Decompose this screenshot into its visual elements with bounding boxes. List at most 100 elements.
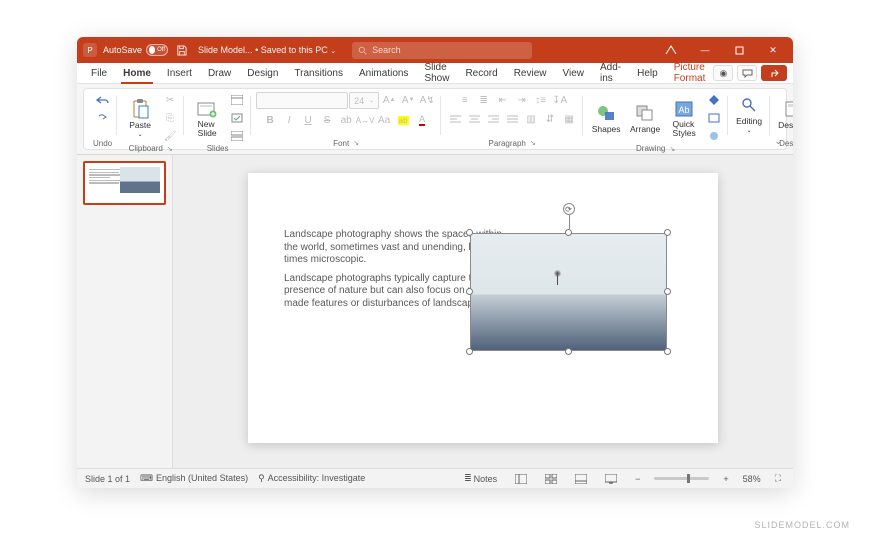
tab-addins[interactable]: Add-ins	[592, 63, 629, 83]
format-painter-button[interactable]: 🖌	[161, 128, 179, 144]
tab-draw[interactable]: Draw	[200, 63, 239, 83]
status-language[interactable]: ⌨English (United States)	[140, 473, 248, 484]
underline-button[interactable]: U	[299, 112, 317, 128]
copy-button[interactable]: ⎘	[161, 110, 179, 126]
resize-handle[interactable]	[664, 348, 671, 355]
normal-view-button[interactable]	[511, 474, 531, 484]
minimize-button[interactable]: —	[691, 37, 719, 63]
comments-button[interactable]	[737, 65, 757, 81]
save-icon[interactable]	[174, 43, 188, 57]
editing-button[interactable]: Editing⌄	[733, 93, 765, 137]
smartart-button[interactable]: ▦	[560, 111, 578, 127]
slide-thumbnail-1[interactable]	[83, 161, 166, 205]
char-spacing-button[interactable]: A↔V	[356, 112, 374, 128]
new-slide-button[interactable]: New Slide	[189, 96, 225, 140]
tab-file[interactable]: File	[83, 63, 115, 83]
fit-to-window-button[interactable]: ⛶	[771, 473, 785, 484]
notes-button[interactable]: ≣ Notes	[460, 473, 501, 484]
zoom-out-button[interactable]: −	[631, 474, 644, 484]
zoom-level[interactable]: 58%	[743, 474, 761, 484]
align-right-button[interactable]	[484, 111, 502, 127]
arrange-button[interactable]: Arrange	[627, 96, 663, 140]
resize-handle[interactable]	[565, 229, 572, 236]
close-button[interactable]: ✕	[759, 37, 787, 63]
slide-canvas[interactable]: Landscape photography shows the spaces w…	[248, 173, 718, 443]
paste-button[interactable]: Paste⌄	[122, 96, 158, 140]
indent-inc-button[interactable]: ⇥	[513, 92, 531, 108]
highlight-button[interactable]: ab	[394, 112, 412, 128]
reset-button[interactable]	[228, 110, 246, 126]
tab-review[interactable]: Review	[506, 63, 555, 83]
slideshow-view-button[interactable]	[601, 474, 621, 484]
zoom-slider[interactable]	[654, 477, 709, 480]
font-launcher-icon[interactable]: ↘	[353, 139, 359, 147]
rotate-handle-icon[interactable]: ⟳	[563, 203, 575, 215]
bullets-button[interactable]: ≡	[456, 92, 474, 108]
align-center-button[interactable]	[465, 111, 483, 127]
tab-picture-format[interactable]: Picture Format	[666, 63, 714, 83]
drawing-launcher-icon[interactable]: ↘	[669, 145, 675, 153]
selected-picture[interactable]: ⟳	[470, 233, 667, 351]
resize-handle[interactable]	[466, 229, 473, 236]
share-button[interactable]	[761, 65, 787, 81]
resize-handle[interactable]	[664, 288, 671, 295]
clipboard-launcher-icon[interactable]: ↘	[167, 145, 173, 153]
tab-animations[interactable]: Animations	[351, 63, 416, 83]
landscape-image[interactable]	[470, 233, 667, 351]
shape-outline-button[interactable]	[705, 110, 723, 126]
align-left-button[interactable]	[446, 111, 464, 127]
resize-handle[interactable]	[466, 288, 473, 295]
tab-transitions[interactable]: Transitions	[286, 63, 351, 83]
reading-view-button[interactable]	[571, 474, 591, 484]
align-text-button[interactable]: ⇵	[541, 111, 559, 127]
autosave-toggle[interactable]: AutoSave Off	[103, 44, 168, 56]
shape-fill-button[interactable]	[705, 92, 723, 108]
layout-button[interactable]	[228, 92, 246, 108]
resize-handle[interactable]	[466, 348, 473, 355]
collapse-ribbon-button[interactable]: ⌄	[774, 136, 782, 147]
cut-button[interactable]: ✂	[161, 92, 179, 108]
maximize-button[interactable]	[725, 37, 753, 63]
paragraph-launcher-icon[interactable]: ↘	[530, 139, 536, 147]
tab-insert[interactable]: Insert	[159, 63, 200, 83]
status-slide[interactable]: Slide 1 of 1	[85, 474, 130, 484]
font-color-button[interactable]: A	[413, 112, 431, 128]
justify-button[interactable]	[503, 111, 521, 127]
shrink-font-button[interactable]: A▼	[399, 92, 417, 108]
indent-dec-button[interactable]: ⇤	[494, 92, 512, 108]
bold-button[interactable]: B	[261, 112, 279, 128]
tab-slideshow[interactable]: Slide Show	[416, 63, 457, 83]
toggle-off-icon[interactable]: Off	[146, 44, 168, 56]
shadow-button[interactable]: ab	[337, 112, 355, 128]
sorter-view-button[interactable]	[541, 474, 561, 484]
strike-button[interactable]: S	[318, 112, 336, 128]
resize-handle[interactable]	[664, 229, 671, 236]
font-size-combo[interactable]: 24⌄	[349, 92, 379, 109]
status-accessibility[interactable]: ⚲Accessibility: Investigate	[258, 473, 365, 484]
redo-button[interactable]	[94, 110, 112, 126]
change-case-button[interactable]: Aa	[375, 112, 393, 128]
grow-font-button[interactable]: A▲	[380, 92, 398, 108]
numbering-button[interactable]: ≣	[475, 92, 493, 108]
italic-button[interactable]: I	[280, 112, 298, 128]
designer-button[interactable]: Designer	[775, 93, 793, 137]
shape-effects-button[interactable]	[705, 128, 723, 144]
font-name-combo[interactable]	[256, 92, 348, 109]
quick-styles-button[interactable]: Ab Quick Styles	[666, 96, 702, 140]
ribbon-display-icon[interactable]	[657, 37, 685, 63]
clear-format-button[interactable]: A↯	[418, 92, 436, 108]
slide-stage[interactable]: Landscape photography shows the spaces w…	[173, 155, 793, 468]
tab-home[interactable]: Home	[115, 63, 159, 83]
tab-view[interactable]: View	[555, 63, 593, 83]
tab-design[interactable]: Design	[239, 63, 286, 83]
resize-handle[interactable]	[565, 348, 572, 355]
text-direction-button[interactable]: ↧A	[551, 92, 569, 108]
undo-button[interactable]	[94, 92, 112, 108]
columns-button[interactable]: ▥	[522, 111, 540, 127]
search-input[interactable]: Search	[352, 42, 532, 59]
line-spacing-button[interactable]: ↕≡	[532, 92, 550, 108]
tab-help[interactable]: Help	[629, 63, 666, 83]
zoom-in-button[interactable]: +	[719, 474, 732, 484]
shapes-button[interactable]: Shapes	[588, 96, 624, 140]
tab-record[interactable]: Record	[457, 63, 505, 83]
